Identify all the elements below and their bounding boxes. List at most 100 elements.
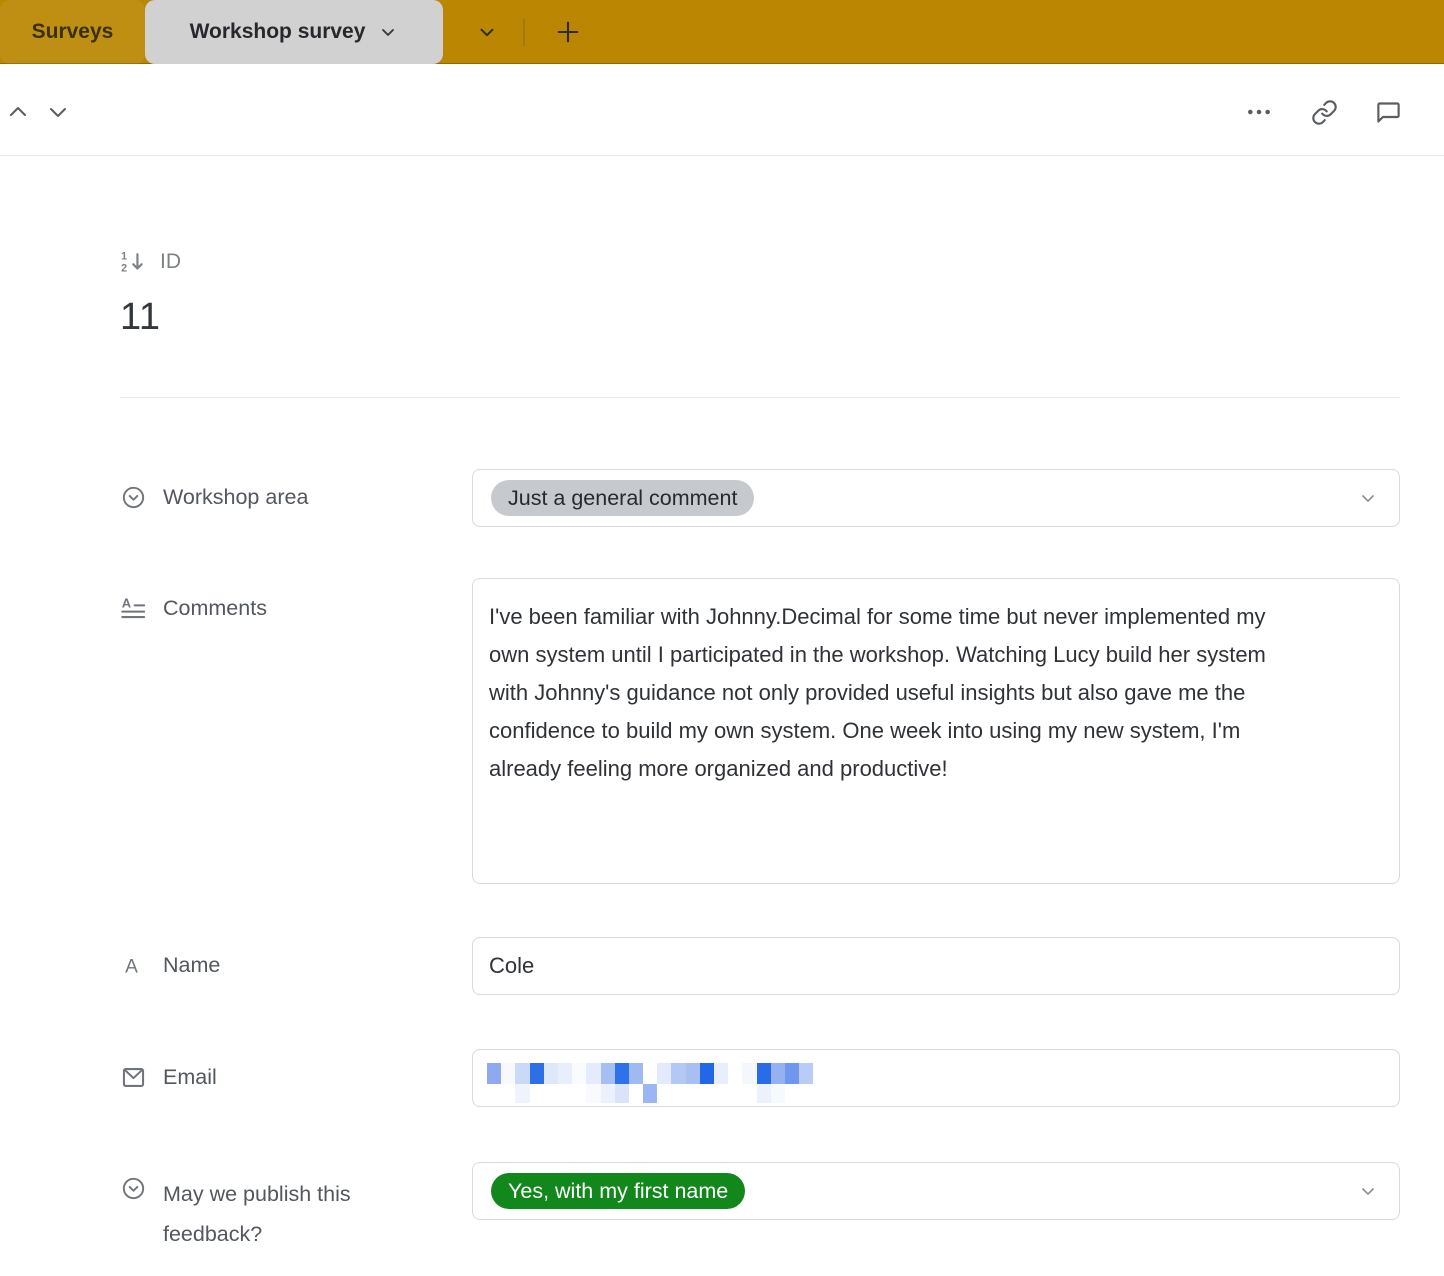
- pixel-cell: [544, 1084, 558, 1103]
- svg-text:A: A: [122, 595, 131, 610]
- table-list-chevron-button[interactable]: [466, 0, 508, 64]
- long-text-icon: A: [120, 595, 147, 622]
- email-field-header: Email: [120, 1063, 217, 1091]
- pixel-cell: [615, 1084, 629, 1103]
- email-icon: [120, 1064, 147, 1091]
- publish-field-label: May we publish this feedback?: [163, 1174, 370, 1254]
- pixel-cell: [799, 1063, 813, 1084]
- pixel-cell: [686, 1063, 700, 1084]
- section-divider: [120, 397, 1400, 398]
- pixel-cell: [544, 1063, 558, 1084]
- pixel-cell: [785, 1084, 799, 1103]
- pixel-cell: [700, 1063, 714, 1084]
- workshop-area-value-pill: Just a general comment: [491, 480, 754, 516]
- email-input[interactable]: [472, 1049, 1400, 1107]
- table-tab-bar: Surveys Workshop survey: [0, 0, 1444, 64]
- chevron-down-icon: [1357, 1180, 1379, 1202]
- tab-surveys[interactable]: Surveys: [0, 0, 145, 64]
- pixel-cell: [501, 1084, 515, 1103]
- chevron-down-icon: [378, 22, 398, 42]
- pixel-cell: [615, 1063, 629, 1084]
- redacted-email-value: [487, 1063, 1399, 1103]
- link-icon: [1311, 99, 1338, 126]
- pixel-cell: [487, 1063, 501, 1084]
- pixel-cell: [757, 1063, 771, 1084]
- add-table-button[interactable]: [546, 0, 590, 64]
- publish-select[interactable]: Yes, with my first name: [472, 1162, 1400, 1220]
- name-input[interactable]: Cole: [472, 937, 1400, 995]
- pixel-cell: [515, 1063, 529, 1084]
- workshop-area-field-header: Workshop area: [120, 483, 308, 511]
- publish-value-pill: Yes, with my first name: [491, 1173, 745, 1209]
- previous-record-button[interactable]: [2, 96, 34, 128]
- svg-text:2: 2: [121, 263, 127, 275]
- pixel-cell: [558, 1063, 572, 1084]
- workshop-area-select[interactable]: Just a general comment: [472, 469, 1400, 527]
- pixel-cell: [629, 1084, 643, 1103]
- pixel-cell: [530, 1084, 544, 1103]
- pixel-cell: [643, 1063, 657, 1084]
- more-options-button[interactable]: [1243, 96, 1275, 128]
- pixel-cell: [657, 1084, 671, 1103]
- chevron-down-icon: [46, 100, 70, 124]
- pixel-cell: [728, 1063, 742, 1084]
- tab-surveys-label: Surveys: [32, 20, 114, 44]
- pixel-cell: [601, 1063, 615, 1084]
- pixel-cell: [558, 1084, 572, 1103]
- record-toolbar: [0, 64, 1444, 156]
- chevron-up-icon: [6, 100, 30, 124]
- next-record-button[interactable]: [42, 96, 74, 128]
- pixel-cell: [586, 1063, 600, 1084]
- pixel-cell: [728, 1084, 742, 1103]
- chevron-down-icon: [1357, 487, 1379, 509]
- pixel-cell: [671, 1084, 685, 1103]
- pixel-cell: [487, 1084, 501, 1103]
- copy-record-link-button[interactable]: [1308, 96, 1340, 128]
- name-field-header: A Name: [120, 951, 220, 979]
- single-select-icon: [120, 484, 147, 511]
- id-field-header: 1 2 ID: [120, 248, 181, 275]
- pixel-cell: [515, 1084, 529, 1103]
- pixel-cell: [530, 1063, 544, 1084]
- pixel-cell: [771, 1084, 785, 1103]
- comments-button[interactable]: [1372, 96, 1404, 128]
- workshop-area-field-label: Workshop area: [163, 483, 308, 511]
- tab-separator: [523, 19, 525, 46]
- pixel-cell: [714, 1084, 728, 1103]
- tab-workshop-survey-label: Workshop survey: [190, 20, 366, 44]
- comments-textarea[interactable]: I've been familiar with Johnny.Decimal f…: [472, 578, 1400, 884]
- svg-text:A: A: [125, 956, 138, 977]
- pixel-cell: [771, 1063, 785, 1084]
- comments-field-header: A Comments: [120, 594, 267, 622]
- pixel-cell: [686, 1084, 700, 1103]
- pixel-cell: [671, 1063, 685, 1084]
- pixel-cell: [572, 1084, 586, 1103]
- pixel-cell: [501, 1063, 515, 1084]
- chevron-down-icon: [476, 21, 498, 43]
- pixel-cell: [785, 1063, 799, 1084]
- pixel-cell: [742, 1063, 756, 1084]
- comments-field-label: Comments: [163, 594, 267, 622]
- pixel-cell: [799, 1084, 813, 1103]
- email-field-label: Email: [163, 1063, 217, 1091]
- pixel-cell: [714, 1063, 728, 1084]
- pixel-cell: [572, 1063, 586, 1084]
- comment-icon: [1375, 99, 1402, 126]
- name-field-label: Name: [163, 951, 220, 979]
- publish-field-header: May we publish this feedback?: [120, 1174, 370, 1254]
- record-detail: 1 2 ID 11 Workshop area Just a general c…: [0, 156, 1444, 1276]
- id-field-label: ID: [160, 250, 181, 274]
- pixel-cell: [700, 1084, 714, 1103]
- pixel-cell: [629, 1063, 643, 1084]
- autonumber-icon: 1 2: [120, 248, 147, 275]
- pixel-cell: [757, 1084, 771, 1103]
- ellipsis-icon: [1246, 99, 1272, 125]
- tab-workshop-survey[interactable]: Workshop survey: [145, 0, 443, 64]
- comments-field-value: I've been familiar with Johnny.Decimal f…: [489, 598, 1294, 788]
- record-detail-window: Surveys Workshop survey: [0, 0, 1444, 1276]
- single-line-text-icon: A: [120, 952, 147, 979]
- pixel-cell: [601, 1084, 615, 1103]
- pixel-cell: [742, 1084, 756, 1103]
- id-field-value: 11: [120, 296, 160, 339]
- plus-icon: [554, 18, 582, 46]
